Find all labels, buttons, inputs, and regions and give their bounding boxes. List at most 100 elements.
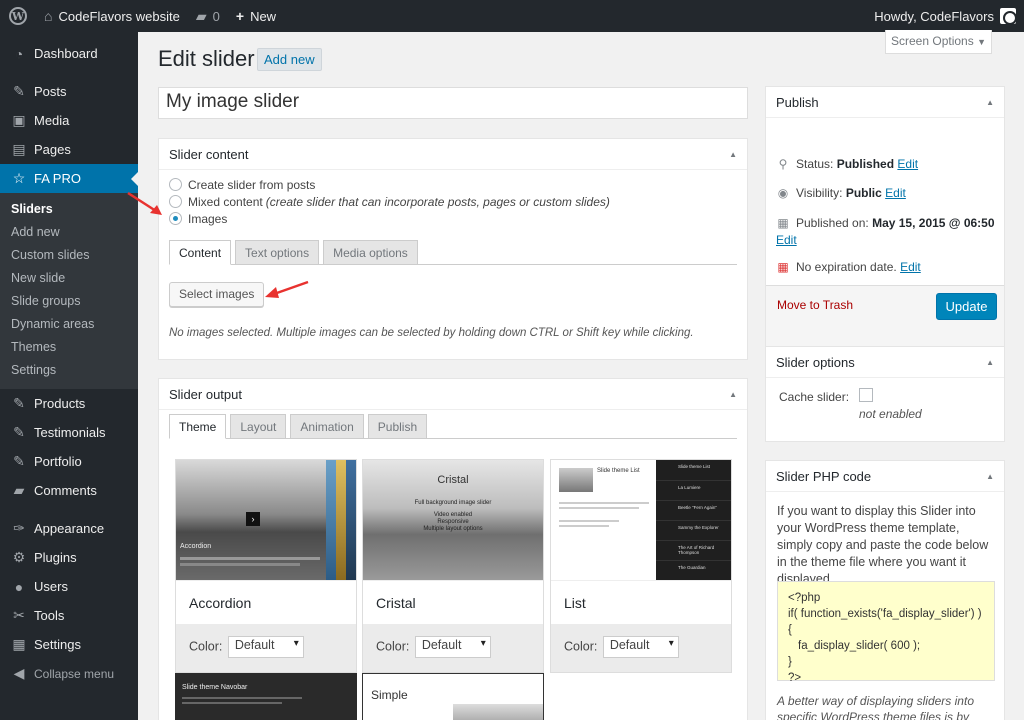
menu-products[interactable]: ✎ Products — [0, 389, 138, 418]
visibility-row: ◉ Visibility: Public Edit — [776, 186, 906, 200]
toggle-arrow-icon[interactable]: ▲ — [986, 472, 994, 481]
php-intro-text: If you want to display this Slider into … — [777, 504, 989, 586]
caret-down-icon: ▼ — [977, 37, 986, 47]
published-row: ▦ Published on: May 15, 2015 @ 06:50 Edit — [776, 215, 1001, 249]
new-label: New — [250, 8, 277, 24]
submenu-sliders[interactable]: Sliders — [0, 198, 138, 221]
radio-mixed-content[interactable]: Mixed content (create slider that can in… — [169, 193, 737, 210]
menu-appearance[interactable]: ✑ Appearance — [0, 514, 138, 543]
collapse-menu-button[interactable]: ◀ Collapse menu — [0, 659, 138, 688]
theme-card-accordion[interactable]: › Accordion Accordion Color: Default — [175, 459, 357, 673]
menu-users[interactable]: ● Users — [0, 572, 138, 601]
radio-create-from-posts[interactable]: Create slider from posts — [169, 176, 737, 193]
edit-expiration-link[interactable]: Edit — [900, 260, 921, 274]
menu-testimonials[interactable]: ✎ Testimonials — [0, 418, 138, 447]
tab-publish[interactable]: Publish — [367, 414, 428, 439]
move-to-trash-link[interactable]: Move to Trash — [777, 298, 853, 312]
menu-tools[interactable]: ✂ Tools — [0, 601, 138, 630]
theme-name: Accordion — [176, 580, 356, 624]
tab-content[interactable]: Content — [169, 240, 232, 265]
php-code-block[interactable]: <?php if( function_exists('fa_display_sl… — [777, 581, 995, 684]
submenu-new-slide[interactable]: New slide — [0, 267, 138, 290]
theme-card-cristal[interactable]: Cristal Full background image slider Vid… — [362, 459, 544, 673]
menu-label: Appearance — [34, 521, 105, 536]
radio-images[interactable]: Images — [169, 210, 737, 227]
preview-list-item: The Guardian — [656, 560, 731, 580]
color-select[interactable]: Default — [414, 636, 491, 658]
slider-content-header[interactable]: Slider content ▲ — [159, 139, 747, 170]
edit-status-link[interactable]: Edit — [897, 157, 918, 171]
toggle-arrow-icon[interactable]: ▲ — [986, 98, 994, 107]
preview-subtitle: Full background image slider — [414, 500, 492, 506]
color-select[interactable]: Default — [227, 636, 304, 658]
fa-pro-submenu: Sliders Add new Custom slides New slide … — [0, 193, 138, 389]
edit-date-link[interactable]: Edit — [776, 233, 797, 247]
menu-portfolio[interactable]: ✎ Portfolio — [0, 447, 138, 476]
wordpress-logo-icon[interactable]: W — [0, 0, 36, 32]
edit-visibility-link[interactable]: Edit — [885, 186, 906, 200]
cache-checkbox[interactable] — [859, 388, 873, 402]
toggle-arrow-icon[interactable]: ▲ — [986, 358, 994, 367]
theme-card-simple[interactable]: Simple — [362, 673, 544, 720]
tab-media-options[interactable]: Media options — [323, 240, 418, 265]
next-arrow-icon: › — [246, 512, 260, 526]
toggle-arrow-icon[interactable]: ▲ — [729, 150, 737, 159]
radio-button[interactable] — [169, 178, 182, 191]
slider-options-header[interactable]: Slider options ▲ — [766, 347, 1004, 378]
update-button[interactable]: Update — [936, 293, 997, 320]
screen-options-button[interactable]: Screen Options ▼ — [885, 30, 992, 54]
select-images-button[interactable]: Select images — [169, 282, 265, 307]
comment-icon: ▰ — [195, 7, 207, 24]
submenu-add-new[interactable]: Add new — [0, 221, 138, 244]
tab-text-options[interactable]: Text options — [235, 240, 320, 265]
output-tabs: Theme Layout Animation Publish — [169, 414, 737, 439]
box-title: Slider options — [776, 354, 855, 370]
menu-label: Media — [34, 113, 70, 128]
color-select[interactable]: Default — [602, 636, 679, 658]
toggle-arrow-icon[interactable]: ▲ — [729, 390, 737, 399]
code-line: ?> — [788, 672, 802, 684]
submenu-dynamic-areas[interactable]: Dynamic areas — [0, 313, 138, 336]
new-content-link[interactable]: + New — [228, 0, 284, 32]
menu-fa-pro[interactable]: ☆ FA PRO — [0, 164, 138, 193]
cache-label: Cache slider: — [779, 390, 850, 404]
radio-button-checked[interactable] — [169, 212, 182, 225]
menu-label: Testimonials — [34, 425, 106, 440]
site-name-link[interactable]: ⌂ CodeFlavors website — [36, 0, 188, 32]
tab-animation[interactable]: Animation — [290, 414, 364, 439]
theme-card-list[interactable]: Slide theme List Slide theme List La Lum… — [550, 459, 732, 673]
calendar-red-icon: ▦ — [777, 260, 789, 274]
menu-media[interactable]: ▣ Media — [0, 106, 138, 135]
menu-settings[interactable]: ▦ Settings — [0, 630, 138, 659]
slider-php-header[interactable]: Slider PHP code ▲ — [766, 461, 1004, 492]
account-menu[interactable]: Howdy, CodeFlavors — [866, 0, 1024, 32]
menu-posts[interactable]: ✎ Posts — [0, 77, 138, 106]
add-new-button[interactable]: Add new — [257, 48, 322, 71]
home-icon: ⌂ — [44, 8, 53, 24]
slider-title-input[interactable]: My image slider — [158, 87, 748, 119]
admin-bar: W ⌂ CodeFlavors website ▰ 0 + New Howdy,… — [0, 0, 1024, 32]
radio-button[interactable] — [169, 195, 182, 208]
box-title: Slider content — [169, 146, 249, 162]
menu-comments[interactable]: ▰ Comments — [0, 476, 138, 505]
tab-theme[interactable]: Theme — [169, 414, 227, 439]
submenu-themes[interactable]: Themes — [0, 336, 138, 359]
tab-layout[interactable]: Layout — [230, 414, 287, 439]
submenu-settings[interactable]: Settings — [0, 359, 138, 382]
theme-card-navobar[interactable]: Slide theme Navobar — [175, 673, 357, 720]
publish-header[interactable]: Publish ▲ — [766, 87, 1004, 118]
content-tabs: Content Text options Media options — [169, 240, 737, 265]
box-title: Slider output — [169, 386, 242, 402]
submenu-slide-groups[interactable]: Slide groups — [0, 290, 138, 313]
menu-dashboard[interactable]: ◔ Dashboard — [0, 39, 138, 68]
pin-icon: ✎ — [13, 395, 25, 411]
submenu-custom-slides[interactable]: Custom slides — [0, 244, 138, 267]
comments-link[interactable]: ▰ 0 — [188, 0, 228, 32]
slider-output-header[interactable]: Slider output ▲ — [159, 379, 747, 410]
user-icon: ● — [14, 578, 24, 595]
theme-screenshot: Slide theme List Slide theme List La Lum… — [551, 460, 731, 580]
menu-plugins[interactable]: ⚙ Plugins — [0, 543, 138, 572]
preview-title: Slide theme List — [597, 468, 640, 474]
preview-list-item: The Art of Richard Thompson — [656, 540, 731, 560]
menu-pages[interactable]: ▤ Pages — [0, 135, 138, 164]
